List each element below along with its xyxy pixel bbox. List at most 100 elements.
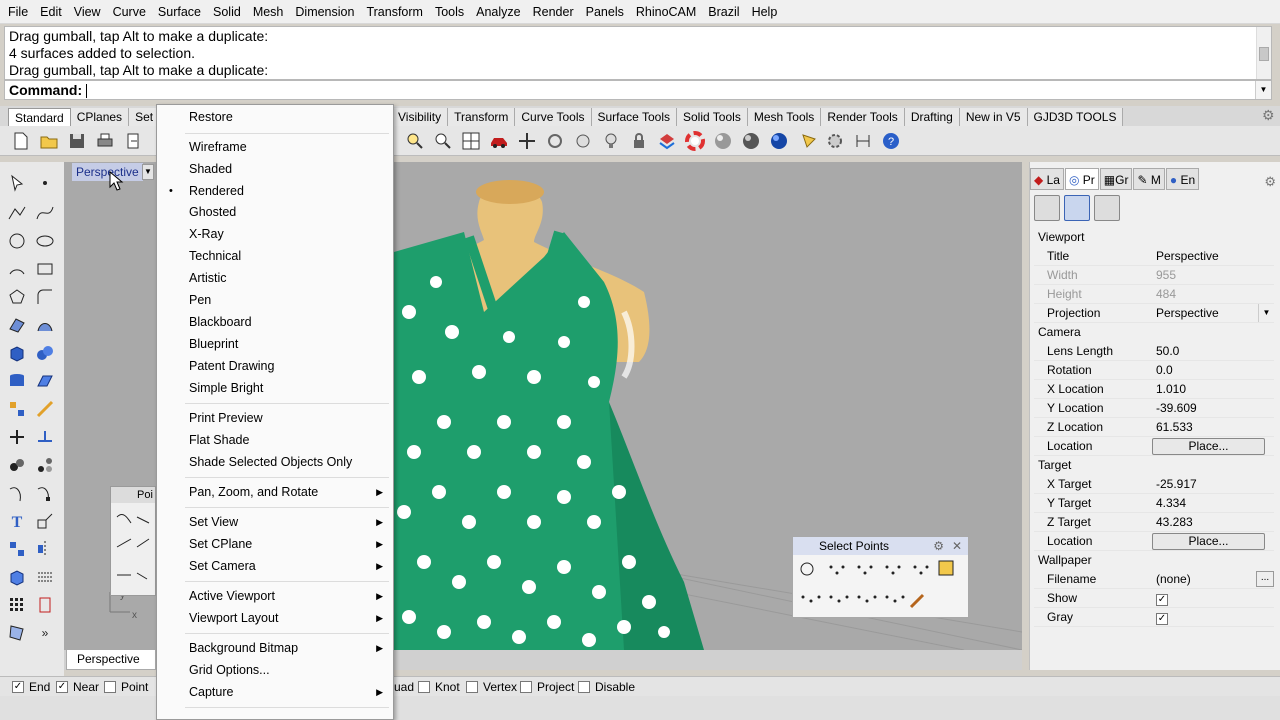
edit-point-icon[interactable]: [34, 482, 56, 504]
camera-icon[interactable]: [1034, 195, 1060, 221]
color-wheel-icon[interactable]: [684, 130, 706, 152]
circle-icon[interactable]: [6, 230, 28, 252]
command-dropdown-icon[interactable]: ▼: [1255, 81, 1271, 99]
menu-item-blueprint[interactable]: Blueprint: [157, 333, 393, 355]
ellipse-icon[interactable]: [34, 230, 56, 252]
zoom-window-icon[interactable]: [404, 130, 426, 152]
checkbox[interactable]: [466, 681, 478, 693]
menu-item-restore[interactable]: Restore: [157, 106, 393, 128]
menu-item-patent-drawing[interactable]: Patent Drawing: [157, 355, 393, 377]
command-history-scrollbar[interactable]: [1256, 27, 1271, 79]
shaded-sphere-icon[interactable]: [712, 130, 734, 152]
box-icon[interactable]: [6, 342, 28, 364]
checkbox[interactable]: ✓: [56, 681, 68, 693]
ungroup-icon[interactable]: [34, 454, 56, 476]
menu-mesh[interactable]: Mesh: [247, 0, 290, 24]
osnap-point[interactable]: Point: [104, 680, 148, 694]
menu-item-pan-zoom-rotate[interactable]: Pan, Zoom, and Rotate ▶: [157, 481, 393, 503]
curve-icon[interactable]: [34, 202, 56, 224]
viewport-dropdown-icon[interactable]: ▼: [142, 164, 154, 180]
tab-transform[interactable]: Transform: [448, 108, 516, 126]
osnap-knot[interactable]: Knot: [418, 680, 460, 694]
scale-icon[interactable]: [34, 510, 56, 532]
tab-surface-tools[interactable]: Surface Tools: [591, 108, 677, 126]
dimension-icon[interactable]: [852, 130, 874, 152]
osnap-disable[interactable]: Disable: [578, 680, 635, 694]
car-icon[interactable]: [488, 130, 510, 152]
menu-item-capture[interactable]: Capture ▶: [157, 681, 393, 703]
tab-environment[interactable]: ● En: [1165, 168, 1200, 190]
checkbox[interactable]: [578, 681, 590, 693]
menu-surface[interactable]: Surface: [152, 0, 207, 24]
osnap-quad[interactable]: uad: [394, 680, 414, 694]
chevron-down-icon[interactable]: ▼: [1258, 304, 1274, 322]
checkbox[interactable]: [104, 681, 116, 693]
menu-rhinocam[interactable]: RhinoCAM: [630, 0, 702, 24]
tab-curve-tools[interactable]: Curve Tools: [515, 108, 592, 126]
y-location-field[interactable]: -39.609: [1152, 399, 1274, 417]
menu-item-set-cplane[interactable]: Set CPlane ▶: [157, 533, 393, 555]
spotlight-icon[interactable]: [798, 130, 820, 152]
tab-materials[interactable]: ✎ M: [1133, 168, 1165, 190]
z-target-field[interactable]: 43.283: [1152, 513, 1274, 531]
menu-item-shade-selected[interactable]: Shade Selected Objects Only: [157, 451, 393, 473]
explode-icon[interactable]: [6, 398, 28, 420]
panel-gear-icon[interactable]: ⚙: [933, 537, 944, 555]
menu-brazil[interactable]: Brazil: [702, 0, 745, 24]
osnap-end[interactable]: ✓ End: [12, 680, 50, 694]
rectangle-icon[interactable]: [34, 258, 56, 280]
spheres-icon[interactable]: [34, 342, 56, 364]
lock-icon[interactable]: [628, 130, 650, 152]
x-target-field[interactable]: -25.917: [1152, 475, 1274, 493]
arc-icon[interactable]: [6, 258, 28, 280]
menu-item-flat-shade[interactable]: Flat Shade: [157, 429, 393, 451]
layer-icon[interactable]: [656, 130, 678, 152]
help-icon[interactable]: ?: [880, 130, 902, 152]
point-icon[interactable]: [34, 172, 56, 194]
command-line[interactable]: Command: ▼: [4, 80, 1272, 100]
z-location-field[interactable]: 61.533: [1152, 418, 1274, 436]
tab-visibility[interactable]: Visibility: [392, 108, 449, 126]
osnap-project[interactable]: Project: [520, 680, 574, 694]
curve-tool-icon[interactable]: [6, 482, 28, 504]
options-gear-icon[interactable]: [824, 130, 846, 152]
osnap-vertex[interactable]: Vertex: [466, 680, 517, 694]
menu-item-set-camera[interactable]: Set Camera ▶: [157, 555, 393, 577]
title-field[interactable]: Perspective: [1152, 247, 1274, 265]
analyze-icon[interactable]: [6, 622, 28, 644]
panel-options-gear-icon[interactable]: ⚙: [1264, 174, 1276, 190]
lens-length-field[interactable]: 50.0: [1152, 342, 1274, 360]
tab-mesh-tools[interactable]: Mesh Tools: [747, 108, 822, 126]
filename-field[interactable]: (none)...: [1152, 570, 1274, 588]
checkbox[interactable]: [520, 681, 532, 693]
menu-edit[interactable]: Edit: [34, 0, 68, 24]
tab-solid-tools[interactable]: Solid Tools: [677, 108, 748, 126]
tab-render-tools[interactable]: Render Tools: [821, 108, 905, 126]
move-icon[interactable]: [516, 130, 538, 152]
mirror-icon[interactable]: [34, 538, 56, 560]
solid-box-icon[interactable]: [6, 566, 28, 588]
tab-properties[interactable]: ◎ Pr: [1064, 168, 1099, 190]
menu-item-wireframe[interactable]: Wireframe: [157, 136, 393, 158]
tab-cplanes[interactable]: CPlanes: [70, 108, 130, 126]
checkbox[interactable]: [418, 681, 430, 693]
menu-item-blackboard[interactable]: Blackboard: [157, 311, 393, 333]
tab-gjd3d-tools[interactable]: GJD3D TOOLS: [1027, 108, 1124, 126]
menu-item-xray[interactable]: X-Ray: [157, 223, 393, 245]
point-tools-icons[interactable]: [111, 503, 155, 593]
tab-grasshopper[interactable]: ▦Gr: [1099, 168, 1133, 190]
surface-icon[interactable]: [6, 314, 28, 336]
menu-item-active-viewport[interactable]: Active Viewport ▶: [157, 585, 393, 607]
cage-icon[interactable]: [34, 594, 56, 616]
view-sphere-icon[interactable]: [1064, 195, 1090, 221]
light-bulb-icon[interactable]: [600, 130, 622, 152]
join-icon[interactable]: [34, 426, 56, 448]
loft-icon[interactable]: [34, 314, 56, 336]
menu-item-grid-options[interactable]: Grid Options...: [157, 659, 393, 681]
menu-item-ghosted[interactable]: Ghosted: [157, 201, 393, 223]
viewport-tab-perspective[interactable]: Perspective: [66, 650, 156, 670]
camera-place-button[interactable]: Place...: [1152, 438, 1265, 455]
polyline-icon[interactable]: [6, 202, 28, 224]
fillet-icon[interactable]: [34, 286, 56, 308]
rendered-sphere-icon[interactable]: [740, 130, 762, 152]
